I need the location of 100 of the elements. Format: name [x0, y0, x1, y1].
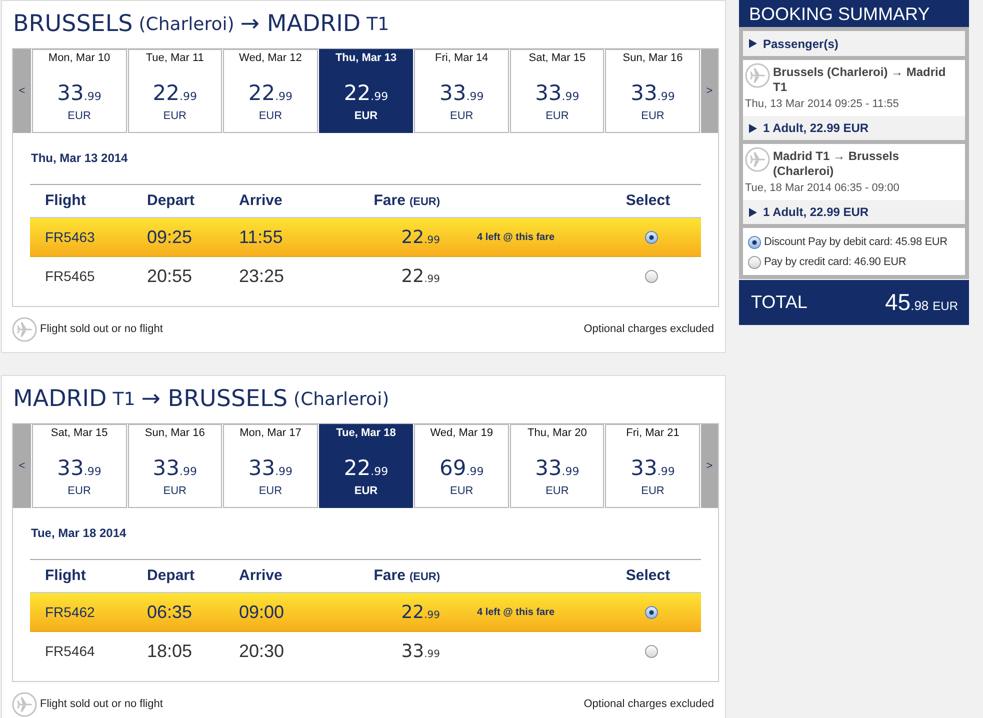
flight-number: FR5464 — [44, 642, 96, 661]
date-price: 33.99 — [630, 455, 675, 481]
date-price: 33.99 — [630, 80, 675, 106]
date-label: Wed, Mar 12 — [239, 51, 302, 66]
date-fare-card[interactable]: Sun, Mar 16 33.99 EUR — [605, 49, 700, 133]
currency-label: EUR — [163, 109, 186, 123]
previous-dates-button[interactable]: < — [13, 49, 31, 133]
column-header: Arrive — [239, 566, 284, 586]
date-price: 33.99 — [535, 455, 580, 481]
date-fare-card[interactable]: Mon, Mar 17 33.99 EUR — [223, 424, 318, 508]
expand-triangle-icon — [749, 124, 757, 132]
column-header: Arrive — [239, 190, 284, 211]
date-price: 22.99 — [248, 80, 293, 106]
currency-label: EUR — [546, 109, 569, 123]
column-header: Depart — [147, 190, 196, 211]
depart-time: 06:35 — [147, 600, 194, 624]
date-label: Sun, Mar 16 — [144, 426, 205, 441]
date-label: Thu, Mar 20 — [528, 426, 587, 441]
date-fare-card[interactable]: Fri, Mar 21 33.99 EUR — [605, 424, 700, 508]
date-label: Sun, Mar 16 — [622, 51, 683, 66]
charges-note: Optional charges excluded — [584, 322, 714, 338]
fare-summary: 1 Adult, 22.99 EUR — [763, 204, 869, 221]
date-price: 33.99 — [248, 455, 293, 481]
legend-text: Flight sold out or no flight — [40, 322, 163, 338]
date-label: Sat, Mar 15 — [50, 426, 108, 441]
date-fare-card[interactable]: Tue, Mar 11 22.99 EUR — [128, 49, 222, 133]
legend-text: Flight sold out or no flight — [40, 697, 163, 712]
date-price: 33.99 — [535, 80, 580, 106]
currency-label: EUR — [258, 109, 282, 123]
summary-flight-time: Tue, 18 Mar 2014 06:35 - 09:00 — [745, 182, 900, 195]
plane-circle-icon — [12, 317, 37, 342]
currency-label: EUR — [546, 484, 569, 498]
date-label: Tue, Mar 11 — [146, 51, 204, 66]
date-price: 33.99 — [57, 455, 102, 481]
route-title: MADRID T1 → BRUSSELS (Charleroi) — [12, 385, 390, 414]
arrive-time: 23:25 — [239, 265, 286, 288]
date-price: 22.99 — [344, 80, 388, 106]
date-label: Sat, Mar 15 — [528, 51, 586, 66]
currency-label: EUR — [163, 484, 186, 498]
date-price: 22.99 — [344, 455, 388, 481]
depart-time: 18:05 — [147, 640, 194, 663]
summary-flight-time: Thu, 13 Mar 2014 09:25 - 11:55 — [745, 98, 900, 111]
date-fare-card[interactable]: Fri, Mar 14 33.99 EUR — [414, 49, 509, 133]
payment-option-label: Pay by credit card: 46.90 EUR — [764, 254, 906, 270]
date-fare-card[interactable]: Thu, Mar 13 22.99 EUR — [318, 49, 414, 133]
next-dates-button[interactable]: > — [701, 49, 718, 133]
flight-radio[interactable] — [644, 606, 658, 618]
expand-triangle-icon — [749, 39, 757, 48]
currency-label: EUR — [68, 109, 91, 123]
passengers-toggle[interactable]: Passenger(s) — [743, 31, 965, 56]
date-fare-card[interactable]: Mon, Mar 10 33.99 EUR — [32, 49, 127, 133]
column-header: Select — [624, 190, 672, 211]
flight-row[interactable]: FR5463 09:25 11:55 22.99 4 left @ this fare — [30, 218, 701, 257]
currency-label: EUR — [68, 484, 91, 498]
availability-note: 4 left @ this fare — [476, 606, 555, 620]
date-label: Fri, Mar 14 — [435, 51, 488, 66]
date-label: Mon, Mar 10 — [48, 51, 110, 66]
fare-price: 22.99 — [401, 226, 440, 250]
expand-triangle-icon — [749, 208, 757, 216]
column-header: Depart — [147, 566, 196, 586]
next-dates-button[interactable]: > — [701, 424, 718, 508]
charges-note: Optional charges excluded — [584, 697, 714, 712]
fare-toggle[interactable]: 1 Adult, 22.99 EUR — [743, 116, 965, 140]
fare-summary: 1 Adult, 22.99 EUR — [763, 120, 869, 137]
currency-label: EUR — [641, 109, 664, 123]
previous-dates-button[interactable]: < — [13, 424, 31, 508]
date-fare-card[interactable]: Sat, Mar 15 33.99 EUR — [32, 424, 127, 508]
date-label: Mon, Mar 17 — [240, 426, 302, 441]
date-price: 33.99 — [439, 80, 484, 106]
date-price: 33.99 — [152, 455, 197, 481]
date-fare-card[interactable]: Thu, Mar 20 33.99 EUR — [510, 424, 604, 508]
currency-label: EUR — [450, 484, 474, 498]
arrive-time: 09:00 — [239, 600, 286, 624]
flight-radio[interactable] — [644, 270, 658, 283]
payment-option-label: Discount Pay by debit card: 45.98 EUR — [764, 234, 948, 250]
fare-price: 22.99 — [401, 265, 440, 289]
date-price: 69.99 — [439, 455, 484, 481]
payment-radio[interactable] — [748, 256, 761, 268]
date-fare-card[interactable]: Tue, Mar 18 22.99 EUR — [318, 424, 414, 508]
fare-price: 33.99 — [401, 640, 440, 664]
column-header: Flight — [44, 190, 87, 211]
arrive-time: 11:55 — [239, 226, 284, 248]
flight-radio[interactable] — [644, 645, 658, 658]
date-label: Wed, Mar 19 — [430, 426, 493, 441]
date-label: Fri, Mar 21 — [626, 426, 680, 441]
flight-radio[interactable] — [644, 230, 658, 244]
date-fare-card[interactable]: Wed, Mar 12 22.99 EUR — [223, 49, 318, 133]
flight-row[interactable]: FR5462 06:35 09:00 22.99 4 left @ this fare — [30, 593, 701, 632]
date-fare-card[interactable]: Sat, Mar 15 33.99 EUR — [510, 49, 604, 133]
route-title: BRUSSELS (Charleroi) → MADRID T1 — [12, 10, 390, 40]
column-header: Select — [624, 566, 672, 586]
payment-radio[interactable] — [748, 236, 761, 248]
flight-number: FR5463 — [44, 228, 96, 246]
currency-label: EUR — [641, 484, 664, 498]
depart-time: 09:25 — [147, 226, 194, 248]
date-fare-card[interactable]: Sun, Mar 16 33.99 EUR — [128, 424, 222, 508]
fare-toggle[interactable]: 1 Adult, 22.99 EUR — [743, 200, 965, 224]
fare-price: 22.99 — [401, 600, 440, 624]
date-fare-card[interactable]: Wed, Mar 19 69.99 EUR — [414, 424, 509, 508]
flight-number: FR5465 — [44, 267, 96, 286]
